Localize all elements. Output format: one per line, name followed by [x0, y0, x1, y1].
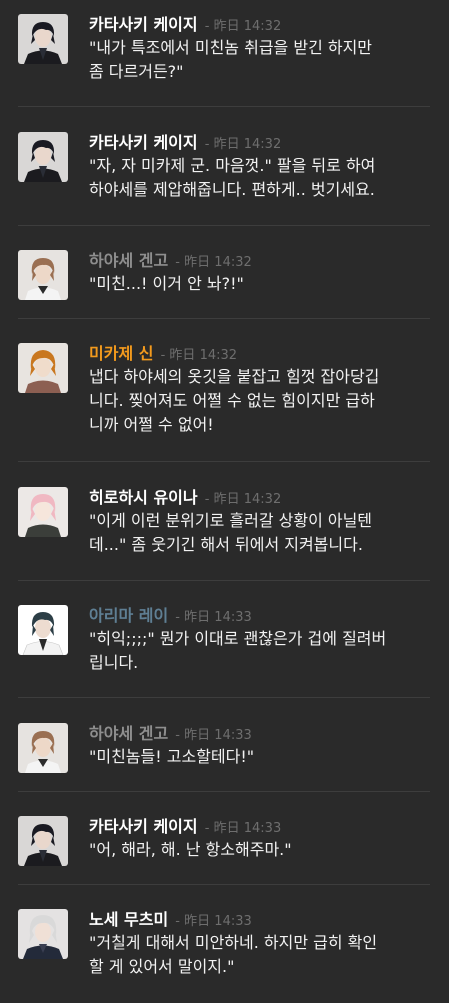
avatar[interactable]: [18, 605, 68, 655]
author-name[interactable]: 하야세 겐고: [89, 251, 168, 270]
message-text: "거칠게 대해서 미안하네. 하지만 급히 확인 할 게 있어서 말이지.": [89, 933, 378, 976]
author-name[interactable]: 하야세 겐고: [89, 724, 168, 743]
message-date: - 昨日 14:32: [156, 348, 238, 363]
avatar[interactable]: [18, 14, 68, 64]
message-header: 하야세 겐고 - 昨日 14:33: [89, 723, 252, 747]
message-divider: [18, 697, 430, 698]
author-name[interactable]: 카타사키 케이지: [89, 133, 198, 152]
message-header: 카타사키 케이지 - 昨日 14:32: [89, 14, 281, 38]
avatar[interactable]: [18, 816, 68, 866]
message-date: - 昨日 14:33: [171, 914, 252, 929]
message-text: "내가 특조에서 미친놈 취급을 받긴 하지만 좀 다르거든?": [89, 38, 373, 81]
message-date: - 昨日 14:33: [171, 610, 252, 625]
message-divider: [18, 580, 430, 581]
message-header: 미카제 신 - 昨日 14:32: [89, 343, 237, 367]
avatar[interactable]: [18, 723, 68, 773]
author-name[interactable]: 노세 무츠미: [89, 910, 168, 929]
message-divider: [18, 318, 430, 319]
message-text: "자, 자 미카제 군. 마음껏." 팔을 뒤로 하여 하야세를 제압해줍니다.…: [89, 156, 376, 199]
message-header: 카타사키 케이지 - 昨日 14:33: [89, 816, 281, 840]
message-header: 노세 무츠미 - 昨日 14:33: [89, 909, 252, 933]
message-date: - 昨日 14:32: [171, 255, 252, 270]
message-date: - 昨日 14:33: [171, 728, 252, 743]
author-name[interactable]: 미카제 신: [89, 344, 153, 363]
message-divider: [18, 884, 430, 885]
chat-log: 카타사키 케이지 - 昨日 14:32 "내가 특조에서 미친놈 취급을 받긴 …: [0, 0, 449, 1003]
avatar[interactable]: [18, 909, 68, 959]
avatar[interactable]: [18, 250, 68, 300]
message-date: - 昨日 14:32: [200, 492, 282, 507]
message-header: 히로하시 유이나 - 昨日 14:32: [89, 487, 281, 511]
message-divider: [18, 791, 430, 792]
message-divider: [18, 225, 430, 226]
avatar[interactable]: [18, 132, 68, 182]
message-header: 하야세 겐고 - 昨日 14:32: [89, 250, 252, 274]
message-text: "어, 해라, 해. 난 항소해주마.": [89, 840, 292, 859]
message-date: - 昨日 14:32: [200, 19, 282, 34]
avatar[interactable]: [18, 343, 68, 393]
message-text: "히익;;;;" 뭔가 이대로 괜찮은가 겁에 질려버 립니다.: [89, 629, 387, 672]
message-divider: [18, 461, 430, 462]
message-text: "미친놈들! 고소할테다!": [89, 747, 255, 766]
message-date: - 昨日 14:33: [200, 821, 282, 836]
message-text: "미친...! 이거 안 놔?!": [89, 274, 244, 293]
message-text: "이게 이런 분위기로 흘러갈 상황이 아닐텐 데..." 좀 웃기긴 해서 뒤…: [89, 511, 373, 554]
author-name[interactable]: 히로하시 유이나: [89, 488, 198, 507]
message-header: 아리마 레이 - 昨日 14:33: [89, 605, 252, 629]
author-name[interactable]: 카타사키 케이지: [89, 817, 198, 836]
message-divider: [18, 106, 430, 107]
avatar[interactable]: [18, 487, 68, 537]
message-header: 카타사키 케이지 - 昨日 14:32: [89, 132, 281, 156]
message-text: 냅다 하야세의 옷깃을 붙잡고 힘껏 잡아당깁 니다. 찢어져도 어쩔 수 없는…: [89, 367, 380, 434]
author-name[interactable]: 아리마 레이: [89, 606, 168, 625]
message-date: - 昨日 14:32: [200, 137, 282, 152]
author-name[interactable]: 카타사키 케이지: [89, 15, 198, 34]
